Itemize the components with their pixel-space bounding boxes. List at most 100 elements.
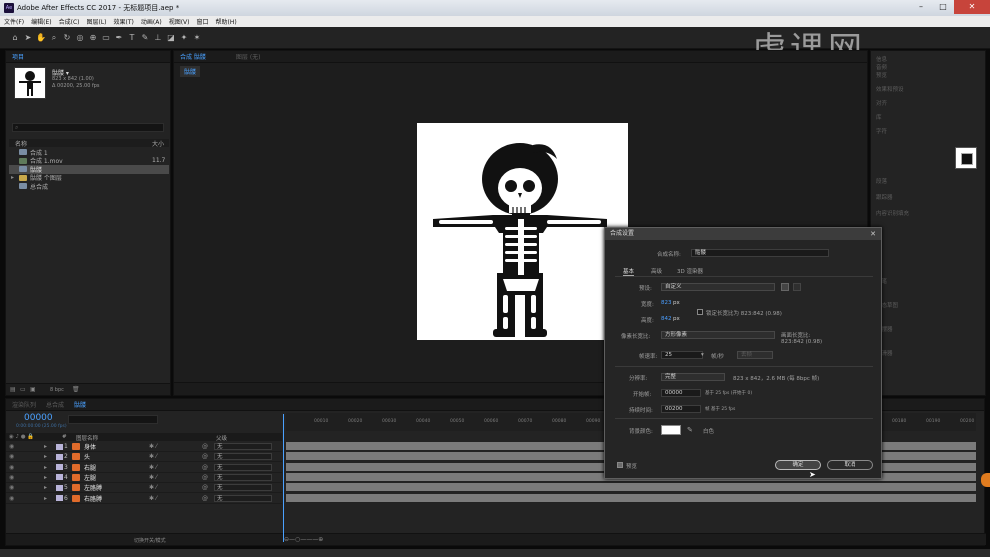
layer-switches[interactable]: ✱ ⁄: [149, 443, 157, 450]
parent-select[interactable]: 无: [214, 484, 272, 492]
frame-rate-dropdown-icon[interactable]: ▾: [701, 352, 704, 358]
layer-label-color[interactable]: [56, 453, 63, 460]
tab-render-queue[interactable]: 渲染队列: [12, 400, 36, 409]
layer-switches[interactable]: ✱ ⁄: [149, 464, 157, 471]
selection-tool-icon[interactable]: ➤: [23, 33, 33, 43]
parent-select[interactable]: 无: [214, 443, 272, 450]
visibility-eye-icon[interactable]: ◉: [9, 464, 14, 471]
panel-info[interactable]: 信息: [876, 55, 887, 63]
layer-name[interactable]: 右胳膊: [84, 494, 102, 503]
zoom-tool-icon[interactable]: ⌕: [49, 33, 59, 43]
layer-name[interactable]: 身体: [84, 442, 96, 451]
layer-label-color[interactable]: [56, 495, 63, 501]
camera-tool-icon[interactable]: ◎: [75, 33, 85, 43]
visibility-eye-icon[interactable]: ◉: [9, 453, 14, 460]
new-folder-icon[interactable]: ▭: [20, 386, 26, 393]
panel-preview[interactable]: 预览: [876, 71, 887, 79]
lock-aspect-checkbox[interactable]: [697, 309, 703, 315]
playhead[interactable]: [283, 414, 284, 542]
tab-advanced[interactable]: 高级: [651, 267, 662, 275]
expand-arrow-icon[interactable]: ▸: [11, 174, 14, 181]
stroke-color-swatch[interactable]: [961, 153, 973, 165]
dialog-close-icon[interactable]: ✕: [869, 230, 877, 238]
menu-help[interactable]: 帮助(H): [216, 17, 237, 26]
panel-content-aware-fill[interactable]: 内容识别填充: [876, 209, 909, 217]
project-item[interactable]: ▸ 骷髅 个图层: [9, 174, 169, 182]
start-frame-input[interactable]: 00000: [661, 389, 701, 397]
brush-tool-icon[interactable]: ✎: [140, 33, 150, 43]
height-value[interactable]: 842: [661, 316, 672, 322]
layer-switches[interactable]: ✱ ⁄: [149, 484, 157, 491]
tab-3d-renderer[interactable]: 3D 渲染器: [677, 267, 703, 275]
layer-name[interactable]: 右腿: [84, 463, 96, 472]
menu-layer[interactable]: 图层(L): [87, 17, 107, 26]
comp-breadcrumb[interactable]: 骷髅: [180, 66, 201, 77]
tab-project[interactable]: 项目: [12, 52, 24, 61]
expand-arrow-icon[interactable]: ▸: [44, 484, 47, 491]
roto-brush-icon[interactable]: ✦: [179, 33, 189, 43]
parent-pickwhip-icon[interactable]: @: [202, 484, 208, 491]
project-item[interactable]: 骷髅: [9, 165, 169, 174]
project-item[interactable]: 总合成: [9, 182, 169, 191]
drop-frame-select[interactable]: 丢帧: [737, 351, 773, 359]
comp-name-input[interactable]: 骷髅: [691, 249, 829, 257]
menu-effect[interactable]: 效果(T): [114, 17, 134, 26]
delete-preset-icon[interactable]: [793, 283, 801, 291]
panel-paragraph[interactable]: 段落: [876, 177, 887, 185]
project-search-input[interactable]: ⌕: [12, 123, 164, 132]
current-time-display[interactable]: 00000: [24, 413, 53, 423]
tab-master-comp[interactable]: 总合成: [46, 400, 64, 409]
layer-row[interactable]: ◉ ▸ 3 右腿 ✱ ⁄ @ 无: [6, 463, 282, 473]
tab-layer[interactable]: 图层 (无): [236, 52, 261, 61]
layer-row[interactable]: ◉ ▸ 1 身体 ✱ ⁄ @ 无: [6, 442, 282, 452]
cancel-button[interactable]: 取消: [827, 460, 873, 470]
toggle-switches-modes-button[interactable]: 切换开关/模式: [134, 537, 166, 544]
save-preset-icon[interactable]: [781, 283, 789, 291]
composition-canvas[interactable]: [417, 123, 628, 340]
panel-effects-presets[interactable]: 效果和预设: [876, 85, 904, 93]
parent-select[interactable]: 无: [214, 463, 272, 471]
layer-row[interactable]: ◉ ▸ 4 左腿 ✱ ⁄ @ 无: [6, 473, 282, 483]
expand-arrow-icon[interactable]: ▸: [44, 453, 47, 460]
pen-tool-icon[interactable]: ✒: [114, 33, 124, 43]
visibility-eye-icon[interactable]: ◉: [9, 495, 14, 502]
floating-widget[interactable]: [981, 473, 990, 487]
pixel-aspect-select[interactable]: 方形像素: [661, 331, 775, 339]
panel-libraries[interactable]: 库: [876, 113, 882, 121]
delete-icon[interactable]: 🗑: [72, 386, 80, 393]
layer-name[interactable]: 左腿: [84, 473, 96, 482]
parent-pickwhip-icon[interactable]: @: [202, 474, 208, 481]
layer-duration-bar[interactable]: [286, 493, 976, 503]
frame-rate-input[interactable]: 25: [661, 351, 703, 359]
menu-view[interactable]: 视图(V): [169, 17, 190, 26]
panel-audio[interactable]: 音频: [876, 63, 887, 71]
panel-character[interactable]: 字符: [876, 127, 887, 135]
ok-button[interactable]: 确定: [775, 460, 821, 470]
tab-skeleton-comp[interactable]: 骷髅: [74, 400, 86, 409]
menu-animation[interactable]: 动画(A): [141, 17, 162, 26]
column-size[interactable]: 大小: [152, 139, 164, 148]
panel-tracker[interactable]: 跟踪器: [876, 193, 893, 201]
clone-stamp-icon[interactable]: ⊥: [153, 33, 163, 43]
tab-composition[interactable]: 合成 骷髅: [180, 52, 206, 61]
layer-search-input[interactable]: [68, 415, 158, 424]
resolution-select[interactable]: 完整: [661, 373, 725, 381]
parent-select[interactable]: 无: [214, 453, 272, 461]
duration-input[interactable]: 00200: [661, 405, 701, 413]
zoom-slider[interactable]: ⊖—○———⊕: [284, 536, 323, 543]
home-icon[interactable]: ⌂: [10, 33, 20, 43]
expand-arrow-icon[interactable]: ▸: [44, 443, 47, 450]
layer-switches[interactable]: ✱ ⁄: [149, 495, 157, 502]
pan-behind-icon[interactable]: ⊕: [88, 33, 98, 43]
layer-row[interactable]: ◉ ▸ 5 左胳膊 ✱ ⁄ @ 无: [6, 483, 282, 494]
parent-pickwhip-icon[interactable]: @: [202, 495, 208, 502]
expand-arrow-icon[interactable]: ▸: [44, 464, 47, 471]
expand-arrow-icon[interactable]: ▸: [44, 495, 47, 502]
parent-pickwhip-icon[interactable]: @: [202, 464, 208, 471]
preset-select[interactable]: 自定义: [661, 283, 775, 291]
visibility-eye-icon[interactable]: ◉: [9, 474, 14, 481]
layer-name[interactable]: 左胳膊: [84, 483, 102, 492]
panel-align[interactable]: 对齐: [876, 99, 887, 107]
bit-depth-button[interactable]: 8 bpc: [50, 387, 64, 393]
layer-label-color[interactable]: [56, 464, 63, 471]
